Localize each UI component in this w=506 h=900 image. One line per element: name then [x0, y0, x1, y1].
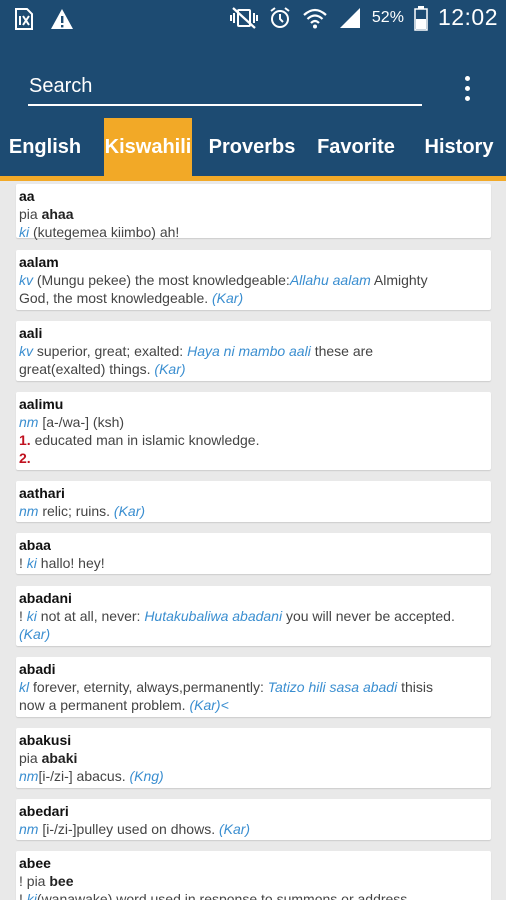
status-time: 12:02: [437, 4, 498, 30]
part-of-speech: nm: [19, 503, 39, 519]
definition: superior, great; exalted:: [33, 343, 188, 359]
list-item[interactable]: aalimu nm [a-/wa-] (ksh) 1. educated man…: [16, 392, 491, 470]
list-item[interactable]: abakusi pia abaki nm[i-/zi-] abacus. (Kn…: [16, 728, 491, 788]
entry-text: pia: [19, 206, 42, 222]
search-input[interactable]: [28, 70, 422, 102]
sim-info-icon: [15, 8, 33, 30]
part-of-speech: ki: [26, 608, 37, 624]
tab-favorite[interactable]: Favorite: [310, 118, 402, 176]
definition: [i-/zi-] abacus.: [38, 768, 130, 784]
list-item[interactable]: aathari nm relic; ruins. (Kar): [16, 481, 491, 522]
definition: not at all, never:: [36, 608, 145, 624]
list-item[interactable]: abadi kl forever, eternity, always,perma…: [16, 657, 491, 717]
part-of-speech: ki: [26, 891, 37, 900]
tab-bar: English Kiswahili Proverbs Favorite Hist…: [0, 118, 506, 176]
sense-number: 1.: [19, 432, 31, 448]
example: Hutakubaliwa abadani: [144, 608, 283, 624]
headword: abadi: [19, 661, 56, 677]
warning-icon: [51, 9, 73, 29]
part-of-speech: nm: [19, 768, 39, 784]
entry-text: ! pia: [19, 873, 50, 889]
tab-kiswahili[interactable]: Kiswahili: [104, 118, 192, 176]
headword: aathari: [19, 485, 65, 501]
definition: God, the most knowledgeable.: [19, 290, 213, 306]
definition: great(exalted) things.: [19, 361, 155, 377]
definition: [i-/zi-]pulley used on dhows.: [38, 821, 219, 837]
headword: aalimu: [19, 396, 64, 412]
variant-word: abaki: [41, 750, 78, 766]
source-tag: (Kar): [113, 503, 146, 519]
part-of-speech: kv: [19, 272, 33, 288]
example: Tatizo hili sasa abadi: [267, 679, 398, 695]
entry-text: <: [220, 697, 229, 713]
definition: now a permanent problem.: [19, 697, 190, 713]
part-of-speech: ki: [26, 555, 37, 571]
definition: forever, eternity, always,permanently:: [29, 679, 268, 695]
entry-list[interactable]: aa pia ahaa ki (kutegemea kiimbo) ah! aa…: [0, 181, 506, 900]
overflow-menu-icon[interactable]: [452, 68, 482, 108]
variant-word: ahaa: [41, 206, 74, 222]
source-tag: (Kar): [154, 361, 186, 377]
translation: you will never be accepted.: [282, 608, 455, 624]
definition: (wanawake) word used in response to summ…: [36, 891, 412, 900]
definition: relic; ruins.: [38, 503, 114, 519]
headword: abadani: [19, 590, 72, 606]
battery-percent: 52%: [371, 8, 404, 26]
headword: aa: [19, 188, 35, 204]
definition: educated man in islamic knowledge.: [30, 432, 260, 448]
list-item[interactable]: abadani ! ki not at all, never: Hutakuba…: [16, 586, 491, 646]
entry-text: !: [19, 608, 27, 624]
source-tag: (Kng): [129, 768, 164, 784]
headword: aalam: [19, 254, 59, 270]
definition: (Mungu pekee) the most knowledgeable:: [33, 272, 290, 288]
list-item[interactable]: abee ! pia bee ! ki(wanawake) word used …: [16, 851, 491, 900]
entry-text: !: [19, 891, 27, 900]
source-tag: (Kar): [189, 697, 221, 713]
translation: Almighty: [370, 272, 428, 288]
entry-text: !: [19, 555, 27, 571]
wifi-icon: [303, 8, 327, 28]
alarm-icon: [270, 6, 290, 28]
definition: hallo! hey!: [36, 555, 105, 571]
battery-icon: [414, 5, 428, 31]
part-of-speech: nm: [19, 821, 39, 837]
source-tag: (Kar): [19, 626, 51, 642]
app-bar: [0, 38, 506, 118]
translation: thisis: [397, 679, 433, 695]
variant-word: bee: [49, 873, 74, 889]
tab-history[interactable]: History: [418, 118, 500, 176]
tab-proverbs[interactable]: Proverbs: [204, 118, 300, 176]
list-item[interactable]: aa pia ahaa ki (kutegemea kiimbo) ah!: [16, 184, 491, 240]
part-of-speech: kl: [19, 679, 30, 695]
signal-icon: [339, 7, 360, 28]
vibrate-mute-icon: [229, 6, 258, 29]
noun-class: [a-/wa-] (ksh): [38, 414, 125, 430]
definition: (kutegemea kiimbo) ah!: [29, 224, 180, 240]
search-box: [28, 70, 422, 106]
example: Haya ni mambo aali: [187, 343, 311, 359]
headword: abakusi: [19, 732, 72, 748]
headword: aali: [19, 325, 43, 341]
example: Allahu aalam: [289, 272, 371, 288]
part-of-speech: ki: [19, 224, 30, 240]
list-item[interactable]: abaa ! ki hallo! hey!: [16, 533, 491, 574]
headword: abee: [19, 855, 51, 871]
status-bar: 52% 12:02: [0, 0, 506, 38]
list-item[interactable]: abedari nm [i-/zi-]pulley used on dhows.…: [16, 799, 491, 840]
translation: these are: [310, 343, 374, 359]
headword: abedari: [19, 803, 69, 819]
source-tag: (Kar): [218, 821, 251, 837]
sense-number: 2.: [19, 450, 31, 466]
list-item[interactable]: aali kv superior, great; exalted: Haya n…: [16, 321, 491, 381]
part-of-speech: nm: [19, 414, 39, 430]
entry-text: pia: [19, 750, 42, 766]
tab-english[interactable]: English: [0, 118, 90, 176]
headword: abaa: [19, 537, 51, 553]
source-tag: (Kar): [212, 290, 244, 306]
list-item[interactable]: aalam kv (Mungu pekee) the most knowledg…: [16, 250, 491, 310]
part-of-speech: kv: [19, 343, 33, 359]
